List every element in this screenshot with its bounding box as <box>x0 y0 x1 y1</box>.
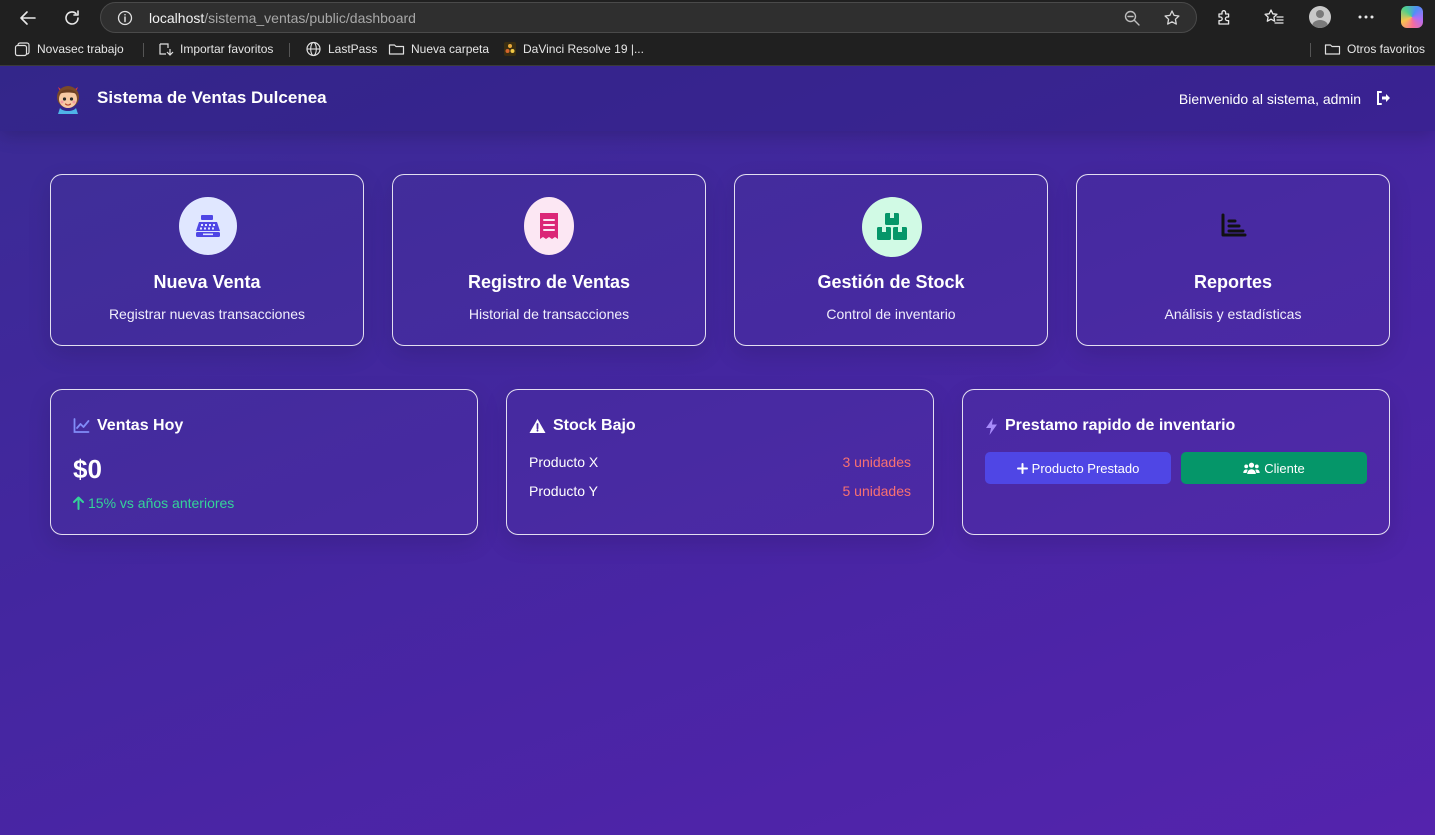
address-bar[interactable]: localhost/sistema_ventas/public/dashboar… <box>100 2 1197 33</box>
low-stock-label: Stock Bajo <box>553 417 636 434</box>
copilot-button[interactable] <box>1400 5 1424 29</box>
reload-icon <box>65 10 79 25</box>
info-icon[interactable] <box>117 10 133 26</box>
copilot-icon <box>1401 6 1423 28</box>
card-subtitle: Control de inventario <box>826 306 956 322</box>
more-horizontal-icon <box>1358 15 1374 19</box>
avatar <box>1309 6 1331 28</box>
bookmark-label: Nueva carpeta <box>411 42 490 56</box>
arrow-left-icon <box>20 11 36 25</box>
url-host: localhost <box>149 10 205 26</box>
product-loan-label: Producto Prestado <box>1031 460 1140 476</box>
app-header: Sistema de Ventas Dulcenea Bienvenido al… <box>0 66 1435 131</box>
card-title: Registro de Ventas <box>467 272 631 292</box>
card-title: Nueva Venta <box>153 272 261 292</box>
bookmark-label: Importar favoritos <box>180 42 274 56</box>
sales-amount: $0 <box>73 454 102 484</box>
quick-loan-card: Prestamo rapido de inventario Producto P… <box>962 389 1390 535</box>
bookmark-item[interactable]: LastPass <box>305 40 377 58</box>
import-icon <box>159 43 174 56</box>
bookmark-item[interactable]: Novasec trabajo <box>14 40 124 58</box>
puzzle-icon <box>1218 10 1230 25</box>
sales-today-card: Ventas Hoy $0 15% vs años anteriores <box>50 389 478 535</box>
dashboard-page: Sistema de Ventas Dulcenea Bienvenido al… <box>0 66 1435 835</box>
logo-icon <box>57 86 79 114</box>
boxes-icon <box>862 197 922 257</box>
sales-today-label: Ventas Hoy <box>97 417 184 434</box>
new-sale-card[interactable]: Nueva Venta Registrar nuevas transaccion… <box>50 174 364 346</box>
back-button[interactable] <box>14 4 42 32</box>
browser-chrome: localhost/sistema_ventas/public/dashboar… <box>0 0 1435 66</box>
favorites-button[interactable] <box>1262 5 1286 29</box>
app-title: Sistema de Ventas Dulcenea <box>97 88 327 107</box>
extensions-button[interactable] <box>1213 5 1237 29</box>
growth-text: 15% vs años anteriores <box>88 495 235 511</box>
card-subtitle: Análisis y estadísticas <box>1164 306 1302 322</box>
list-item: Producto X 3 unidades <box>529 454 911 472</box>
other-favorites[interactable]: Otros favoritos <box>1324 40 1425 58</box>
bookmark-item[interactable]: Nueva carpeta <box>388 40 489 58</box>
welcome-text: Bienvenido al sistema, admin <box>1178 91 1361 107</box>
client-label: Cliente <box>1264 460 1305 476</box>
arrow-up-icon <box>73 496 84 510</box>
card-subtitle: Registrar nuevas transacciones <box>108 306 306 322</box>
list-item: Producto Y 5 unidades <box>529 483 911 501</box>
url-text[interactable]: localhost/sistema_ventas/public/dashboar… <box>149 10 416 26</box>
client-button[interactable]: Cliente <box>1181 452 1367 484</box>
davinci-icon <box>504 42 516 56</box>
low-stock-title: Stock Bajo <box>529 417 636 435</box>
reload-button[interactable] <box>58 4 86 32</box>
plus-icon <box>1016 462 1028 474</box>
sales-history-card[interactable]: Registro de Ventas Historial de transacc… <box>392 174 706 346</box>
url-path: /sistema_ventas/public/dashboard <box>204 10 416 26</box>
low-stock-card: Stock Bajo Producto X 3 unidades Product… <box>506 389 934 535</box>
globe-icon <box>306 41 321 57</box>
bookmark-divider <box>289 43 290 57</box>
collection-icon <box>14 42 30 57</box>
product-qty: 3 unidades <box>842 454 911 470</box>
chart-bar-icon <box>1205 197 1263 255</box>
receipt-icon <box>524 197 574 255</box>
growth-indicator: 15% vs años anteriores <box>73 495 234 511</box>
bookmark-item[interactable]: Importar favoritos <box>157 40 273 58</box>
card-subtitle: Historial de transacciones <box>468 306 630 322</box>
bookmark-item[interactable]: DaVinci Resolve 19 |... <box>503 40 644 58</box>
other-favorites-label: Otros favoritos <box>1347 42 1426 56</box>
users-icon <box>1243 462 1260 474</box>
logout-icon[interactable] <box>1375 90 1391 106</box>
quick-loan-label: Prestamo rapido de inventario <box>1005 417 1236 434</box>
product-name: Producto Y <box>529 483 599 499</box>
bookmark-label: DaVinci Resolve 19 |... <box>523 42 644 56</box>
bookmarks-bar: Novasec trabajo Importar favoritos LastP… <box>0 35 1435 64</box>
product-loan-button[interactable]: Producto Prestado <box>985 452 1171 484</box>
product-qty: 5 unidades <box>842 483 911 499</box>
card-title: Reportes <box>1193 272 1273 292</box>
bolt-icon <box>986 417 997 435</box>
stock-management-card[interactable]: Gestión de Stock Control de inventario <box>734 174 1048 346</box>
favorites-star-icon <box>1264 9 1284 24</box>
star-icon[interactable] <box>1163 9 1181 27</box>
bookmark-label: Novasec trabajo <box>37 42 124 56</box>
line-chart-icon <box>73 418 90 433</box>
product-name: Producto X <box>529 454 599 470</box>
browser-toolbar: localhost/sistema_ventas/public/dashboar… <box>0 0 1435 35</box>
bookmark-divider <box>143 43 144 57</box>
folder-icon <box>1324 44 1341 55</box>
cash-register-icon <box>179 197 237 255</box>
folder-icon <box>388 44 405 55</box>
menu-button[interactable] <box>1354 5 1378 29</box>
zoom-icon[interactable] <box>1123 9 1141 27</box>
bookmark-divider <box>1310 43 1311 57</box>
sales-today-title: Ventas Hoy <box>73 417 183 435</box>
warning-icon <box>529 419 546 433</box>
quick-loan-title: Prestamo rapido de inventario <box>985 417 1235 435</box>
profile-button[interactable] <box>1308 5 1332 29</box>
reports-card[interactable]: Reportes Análisis y estadísticas <box>1076 174 1390 346</box>
card-title: Gestión de Stock <box>817 272 965 292</box>
bookmark-label: LastPass <box>328 42 378 56</box>
